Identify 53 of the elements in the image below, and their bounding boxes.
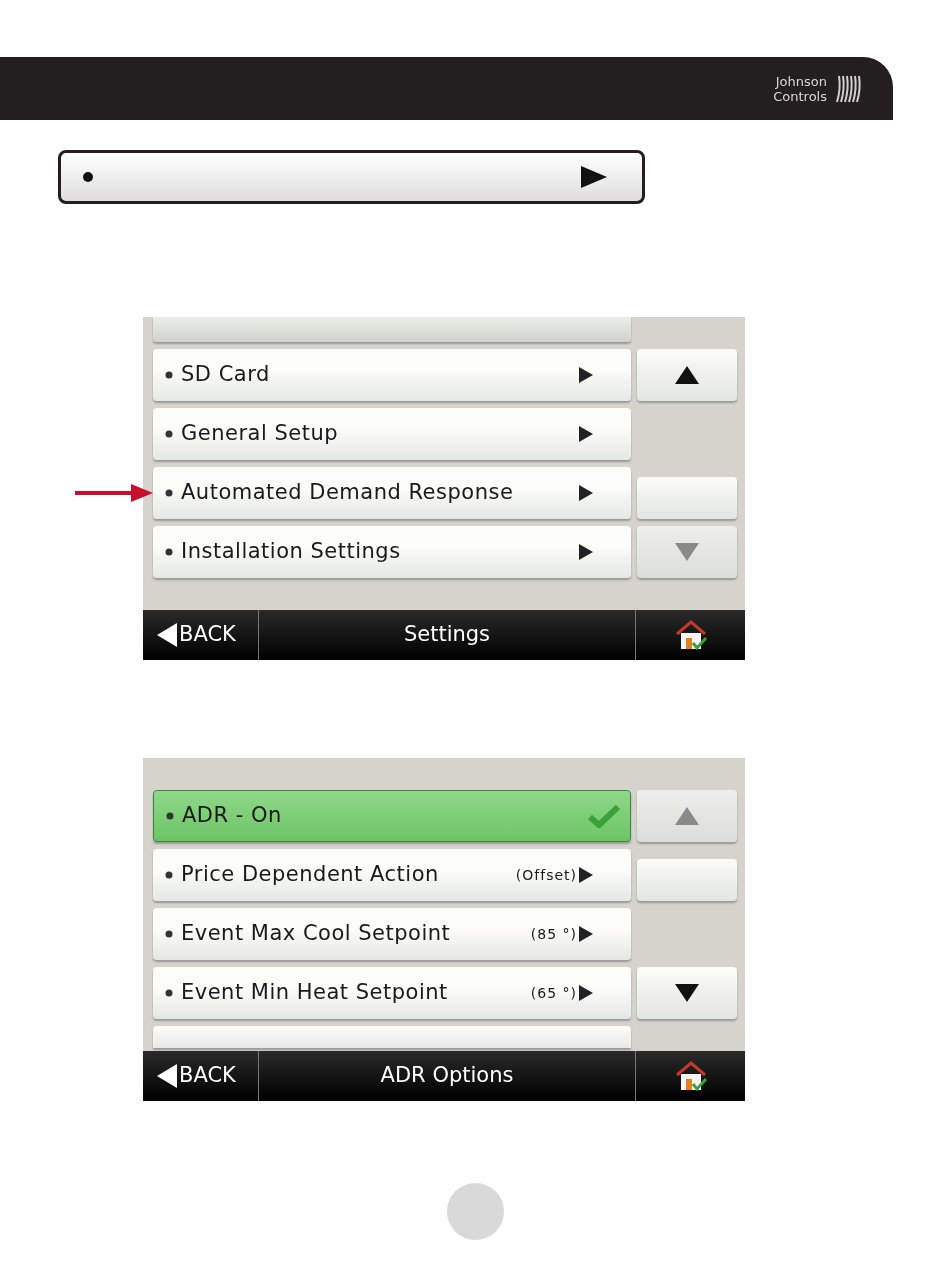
house-check-icon <box>673 1060 708 1092</box>
item-label: Event Max Cool Setpoint <box>181 920 451 948</box>
bullet-icon <box>165 430 173 438</box>
back-triangle-icon <box>157 1064 177 1088</box>
back-button[interactable]: BACK <box>143 1051 259 1101</box>
bullet-icon <box>165 989 173 997</box>
item-value: (85 °) <box>530 924 577 944</box>
page-marker <box>447 1183 504 1240</box>
item-label: General Setup <box>181 420 339 448</box>
item-label: Installation Settings <box>181 538 401 566</box>
back-button[interactable]: BACK <box>143 610 259 660</box>
screen-title: Settings <box>402 621 492 649</box>
bullet-icon <box>165 548 173 556</box>
list-item[interactable]: SD Card <box>153 349 631 401</box>
up-triangle-icon <box>675 807 699 825</box>
bullet-icon <box>165 930 173 938</box>
logo-text: Johnson Controls <box>772 73 827 104</box>
scroll-up-button[interactable] <box>637 349 737 401</box>
chevron-right-icon <box>579 426 593 442</box>
list-item[interactable]: ADR - On <box>153 790 631 842</box>
bullet-icon <box>166 812 174 820</box>
item-value: (65 °) <box>530 983 577 1003</box>
item-value: (Offset) <box>515 865 577 885</box>
bullet-icon <box>83 172 93 182</box>
list-item[interactable]: Event Max Cool Setpoint (85 °) <box>153 908 631 960</box>
down-triangle-icon <box>675 984 699 1002</box>
list-item[interactable]: Price Dependent Action (Offset) <box>153 849 631 901</box>
bullet-icon <box>165 371 173 379</box>
up-triangle-icon <box>675 366 699 384</box>
screen-title: ADR Options <box>379 1062 515 1090</box>
list-item[interactable]: General Setup <box>153 408 631 460</box>
check-icon <box>588 804 620 828</box>
item-label: Price Dependent Action <box>181 861 439 889</box>
item-label: Automated Demand Response <box>181 479 514 507</box>
scroll-down-button[interactable] <box>637 967 737 1019</box>
chevron-right-icon <box>579 985 593 1001</box>
chevron-right-icon <box>579 544 593 560</box>
house-check-icon <box>673 619 708 651</box>
chevron-right-icon <box>579 867 593 883</box>
play-icon <box>581 166 607 188</box>
chevron-right-icon <box>579 926 593 942</box>
chevron-right-icon <box>579 485 593 501</box>
item-label: ADR - On <box>182 802 282 830</box>
bullet-icon <box>165 871 173 879</box>
down-triangle-icon <box>675 543 699 561</box>
chevron-right-icon <box>579 367 593 383</box>
back-triangle-icon <box>157 623 177 647</box>
bullet-icon <box>165 489 173 497</box>
item-label: SD Card <box>181 361 270 389</box>
list-item[interactable]: Installation Settings <box>153 526 631 578</box>
item-label: Event Min Heat Setpoint <box>181 979 448 1007</box>
list-item[interactable]: Event Min Heat Setpoint (65 °) <box>153 967 631 1019</box>
list-item[interactable]: Automated Demand Response <box>153 467 631 519</box>
